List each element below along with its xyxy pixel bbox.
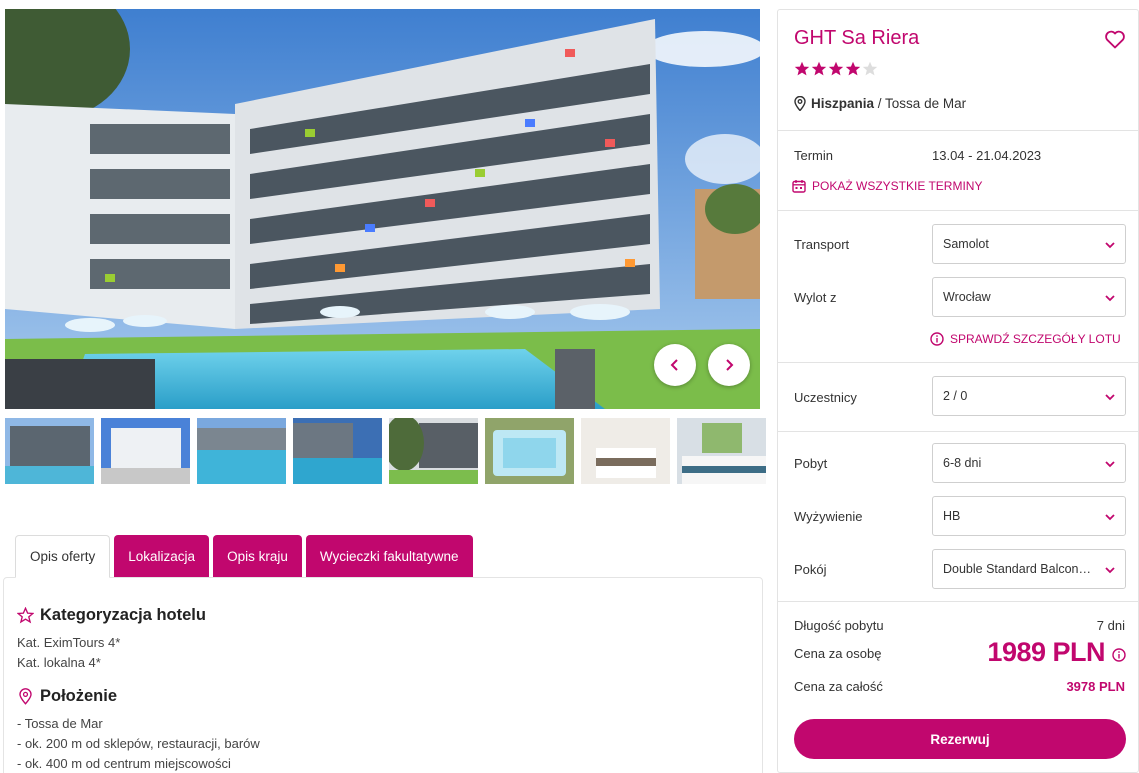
price-per-person: 1989 PLN	[987, 637, 1105, 667]
hotel-country: Hiszpania	[811, 96, 875, 111]
map-pin-icon	[19, 688, 32, 705]
category-line: Kat. lokalna 4*	[17, 655, 101, 670]
star-filled-icon	[794, 61, 810, 76]
chevron-down-icon	[1105, 461, 1115, 468]
stay-select[interactable]: 6-8 dni	[932, 443, 1126, 483]
stay-length-value: 7 dni	[1096, 618, 1125, 633]
participants-select[interactable]: 2 / 0	[932, 376, 1126, 416]
thumbnail-pool-evening[interactable]	[293, 418, 382, 484]
chevron-down-icon	[1105, 295, 1115, 302]
thumbnail-jacuzzi[interactable]	[485, 418, 574, 484]
flight-details-link[interactable]: SPRAWDŹ SZCZEGÓŁY LOTU	[930, 332, 1121, 346]
participants-value: 2 / 0	[943, 389, 968, 403]
chevron-left-icon	[670, 359, 678, 371]
term-label: Termin	[794, 148, 834, 163]
info-icon	[930, 332, 944, 346]
divider	[778, 362, 1138, 363]
room-label: Pokój	[794, 562, 827, 577]
offer-tabs: Opis oferty Lokalizacja Opis kraju Wycie…	[15, 535, 473, 578]
total-price: 3978 PLN	[1066, 679, 1125, 694]
show-all-terms-link[interactable]: POKAŻ WSZYSTKIE TERMINY	[792, 179, 982, 193]
hotel-name: GHT Sa Riera	[794, 27, 920, 49]
hotel-location: Hiszpania / Tossa de Mar	[794, 96, 966, 111]
divider	[778, 210, 1138, 211]
map-pin-icon	[794, 96, 806, 111]
flight-details-label: SPRAWDŹ SZCZEGÓŁY LOTU	[950, 332, 1121, 346]
participants-label: Uczestnicy	[794, 390, 857, 405]
offer-description-panel: Kategoryzacja hotelu Kat. EximTours 4* K…	[3, 577, 763, 773]
star-filled-icon	[811, 61, 827, 76]
divider	[778, 130, 1138, 131]
departure-select[interactable]: Wrocław	[932, 277, 1126, 317]
hotel-stars	[794, 61, 878, 77]
thumbnail-bedroom-2[interactable]	[677, 418, 766, 484]
main-photo[interactable]	[5, 9, 760, 409]
transport-select[interactable]: Samolot	[932, 224, 1126, 264]
star-filled-icon	[828, 61, 844, 76]
board-select[interactable]: HB	[932, 496, 1126, 536]
transport-value: Samolot	[943, 237, 989, 251]
tab-country-description[interactable]: Opis kraju	[213, 535, 302, 577]
term-value: 13.04 - 21.04.2023	[932, 148, 1042, 163]
location-title: Położenie	[40, 687, 118, 705]
chevron-down-icon	[1105, 514, 1115, 521]
gallery-next-button[interactable]	[708, 344, 750, 386]
category-heading: Kategoryzacja hotelu	[17, 606, 749, 625]
info-icon[interactable]	[1112, 648, 1126, 662]
gallery-prev-button[interactable]	[654, 344, 696, 386]
location-line: - ok. 200 m od sklepów, restauracji, bar…	[17, 736, 260, 751]
divider	[778, 431, 1138, 432]
heart-icon[interactable]	[1103, 27, 1127, 51]
chevron-down-icon	[1105, 567, 1115, 574]
thumbnail-pool-building[interactable]	[5, 418, 94, 484]
thumbnail-pool-ladder[interactable]	[197, 418, 286, 484]
board-value: HB	[943, 509, 961, 523]
chevron-right-icon	[726, 359, 734, 371]
tab-excursions[interactable]: Wycieczki fakultatywne	[305, 535, 473, 577]
category-line: Kat. EximTours 4*	[17, 635, 121, 650]
departure-label: Wylot z	[794, 290, 837, 305]
board-label: Wyżywienie	[794, 509, 863, 524]
divider	[778, 601, 1138, 602]
thumbnail-pool-trees[interactable]	[389, 418, 478, 484]
stay-length-label: Długość pobytu	[794, 618, 884, 633]
location-heading: Położenie	[17, 687, 749, 706]
location-line: - Tossa de Mar	[17, 716, 103, 731]
chevron-down-icon	[1105, 242, 1115, 249]
location-line: - ok. 400 m od centrum miejscowości	[17, 756, 231, 771]
price-per-person-label: Cena za osobę	[794, 646, 882, 661]
stay-value: 6-8 dni	[943, 456, 982, 470]
chevron-down-icon	[1105, 394, 1115, 401]
hotel-city: Tossa de Mar	[885, 96, 967, 111]
transport-label: Transport	[794, 237, 850, 252]
category-title: Kategoryzacja hotelu	[40, 606, 206, 624]
total-price-label: Cena za całość	[794, 679, 883, 694]
star-empty-icon	[862, 61, 878, 76]
reserve-button[interactable]: Rezerwuj	[794, 719, 1126, 759]
room-value: Double Standard Balcony or T...	[943, 562, 1097, 576]
calendar-icon	[792, 180, 806, 193]
offer-page: Opis oferty Lokalizacja Opis kraju Wycie…	[0, 0, 1139, 773]
booking-panel: GHT Sa Riera Hiszpania / Tossa de Mar Te…	[777, 9, 1139, 773]
thumbnail-strip	[5, 418, 766, 484]
location-separator: /	[874, 96, 886, 111]
stay-label: Pobyt	[794, 456, 828, 471]
room-select[interactable]: Double Standard Balcony or T...	[932, 549, 1126, 589]
star-outline-icon	[17, 607, 34, 624]
thumbnail-building-front[interactable]	[101, 418, 190, 484]
departure-value: Wrocław	[943, 290, 991, 304]
star-filled-icon	[845, 61, 861, 76]
show-all-terms-label: POKAŻ WSZYSTKIE TERMINY	[812, 179, 983, 193]
tab-location[interactable]: Lokalizacja	[114, 535, 210, 577]
thumbnail-bedroom-1[interactable]	[581, 418, 670, 484]
tab-offer-description[interactable]: Opis oferty	[15, 535, 111, 578]
